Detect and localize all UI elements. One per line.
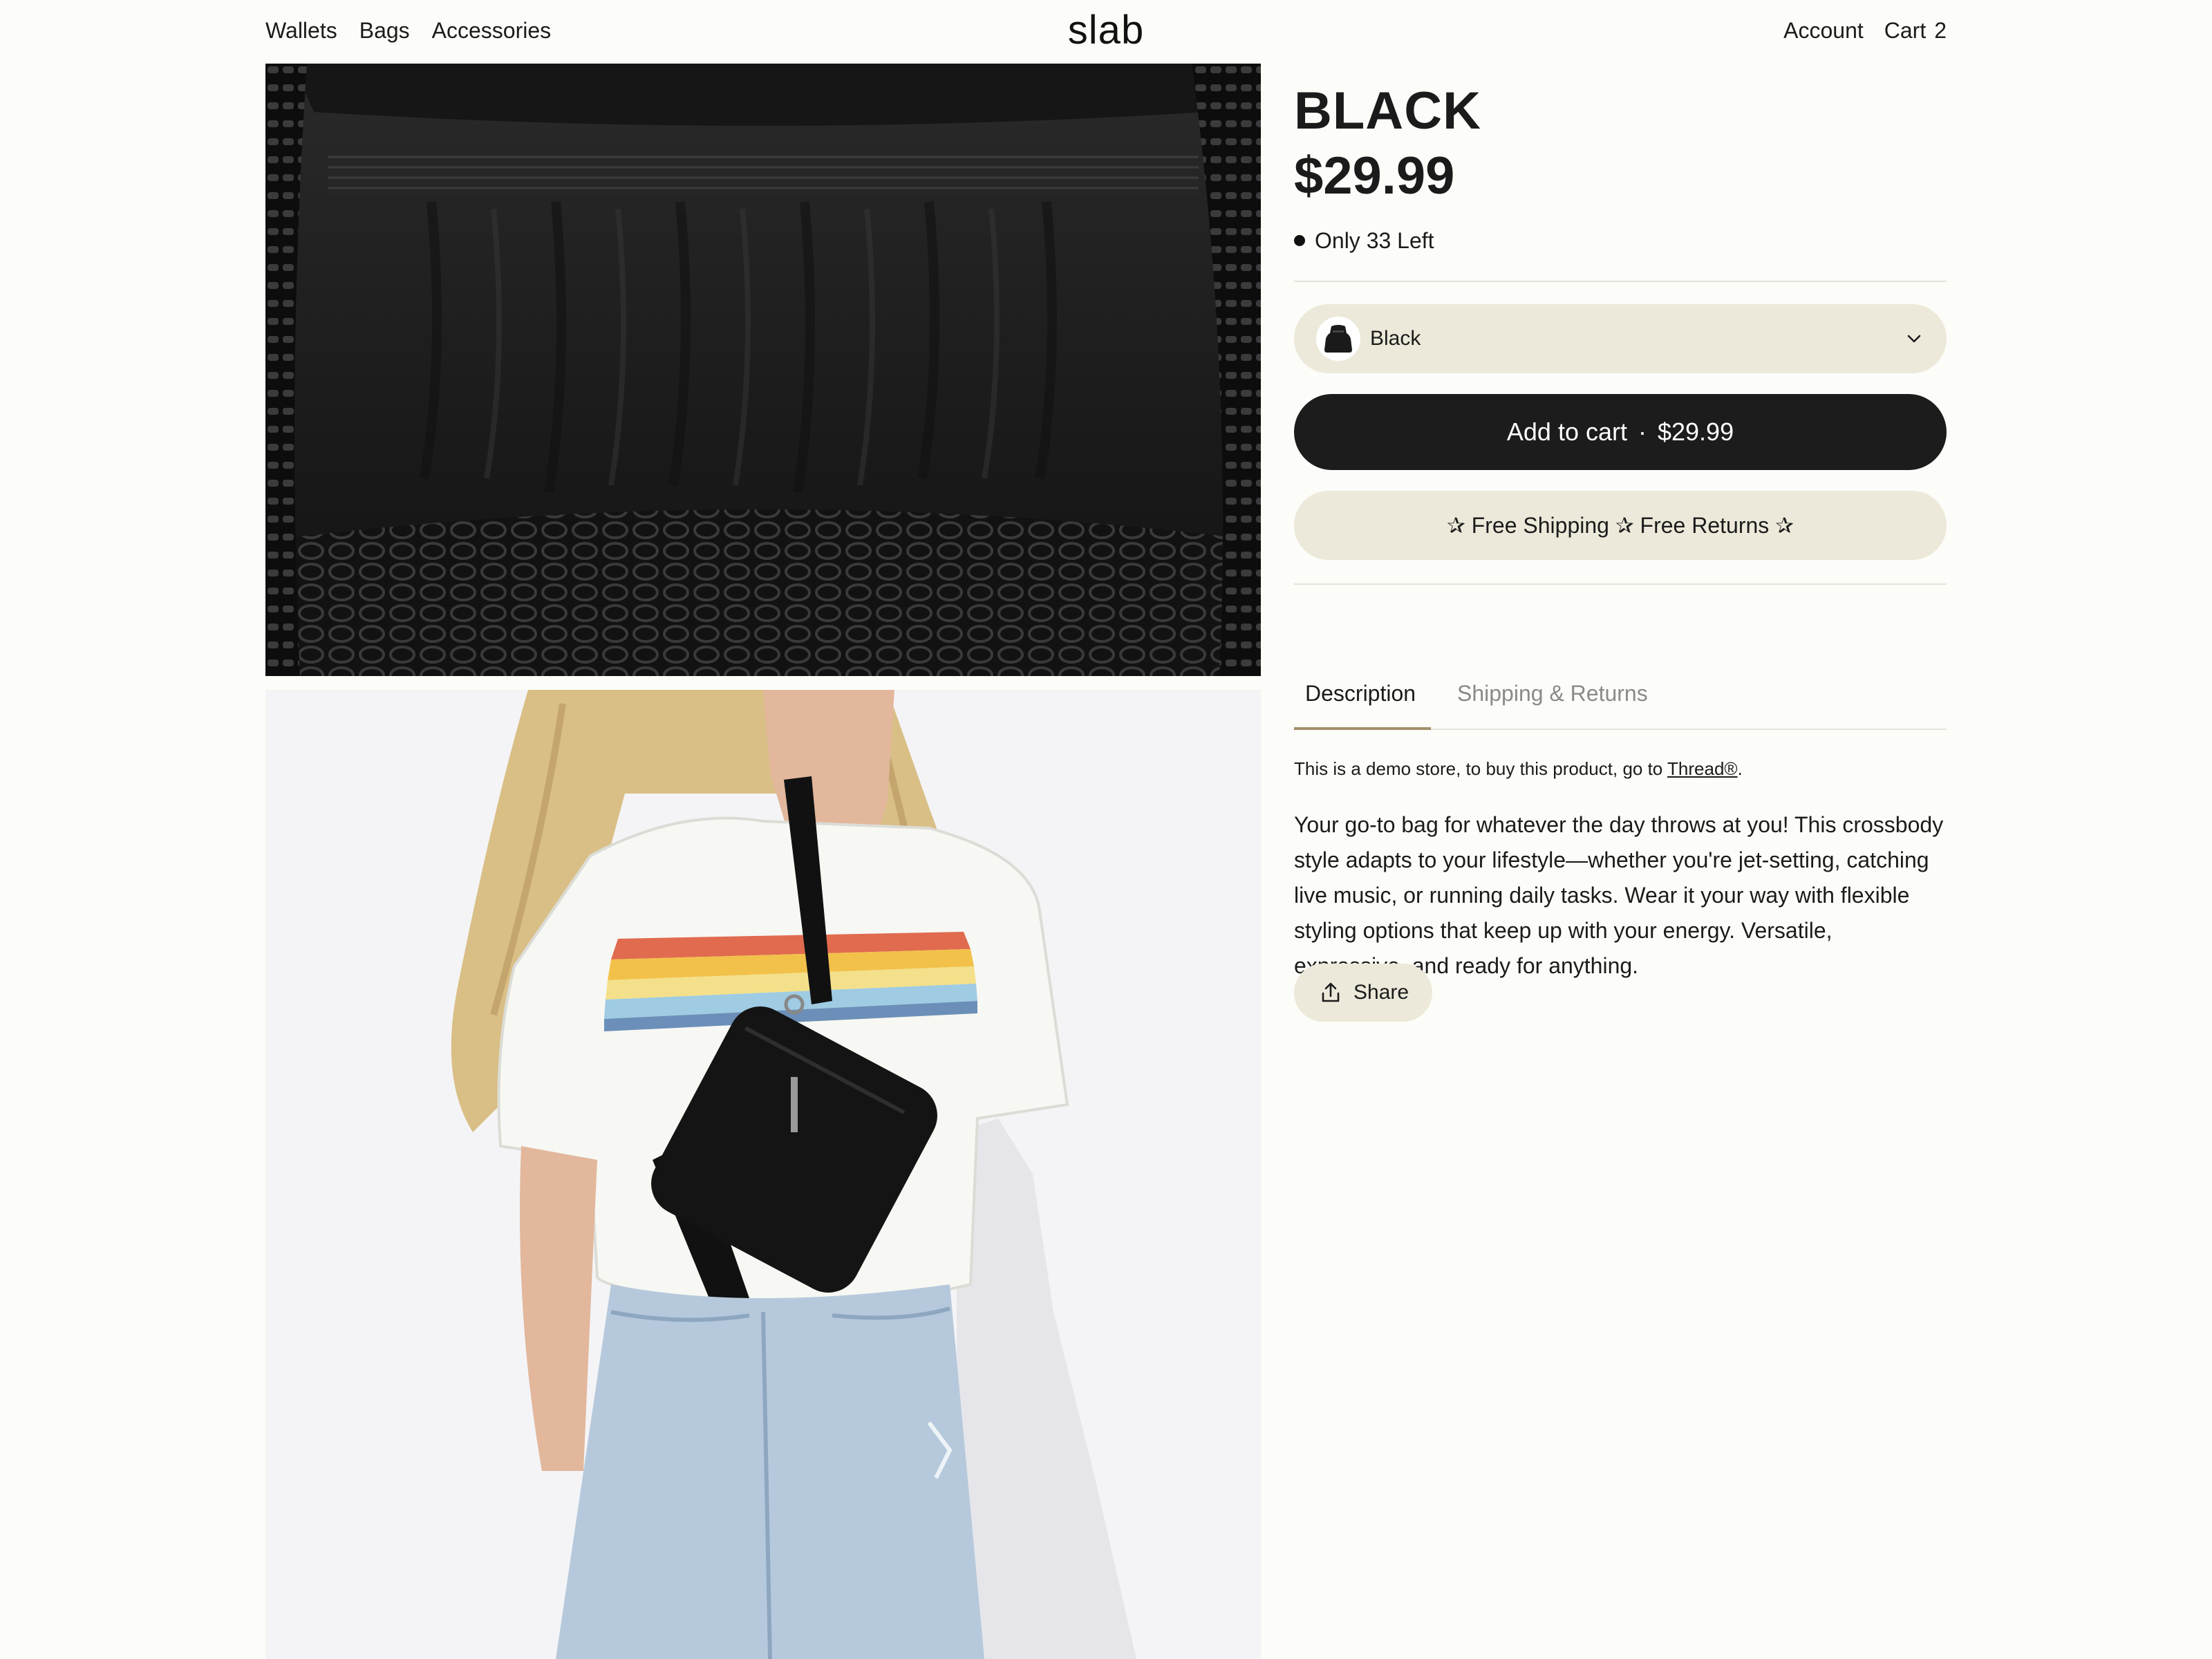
demo-note-suffix: . bbox=[1737, 758, 1743, 779]
tab-shipping-returns[interactable]: Shipping & Returns bbox=[1457, 676, 1648, 711]
variant-select[interactable]: Black bbox=[1294, 304, 1947, 373]
product-title: BLACK bbox=[1294, 82, 1481, 140]
share-button[interactable]: Share bbox=[1294, 964, 1433, 1022]
add-to-cart-price: $29.99 bbox=[1657, 418, 1734, 446]
product-price: $29.99 bbox=[1294, 147, 1455, 205]
cart-link[interactable]: Cart 2 bbox=[1884, 15, 1947, 46]
site-header: Wallets Bags Accessories slab Account Ca… bbox=[0, 0, 2212, 64]
active-tab-indicator bbox=[1294, 727, 1431, 730]
account-link[interactable]: Account bbox=[1783, 15, 1864, 46]
divider bbox=[1294, 583, 1947, 585]
demo-note-text: This is a demo store, to buy this produc… bbox=[1294, 758, 1668, 779]
nav-link-bags[interactable]: Bags bbox=[359, 15, 410, 46]
cart-label: Cart bbox=[1884, 18, 1927, 43]
demo-store-note: This is a demo store, to buy this produc… bbox=[1294, 755, 1743, 782]
shipping-promo-banner: ✰ Free Shipping ✰ Free Returns ✰ bbox=[1294, 491, 1947, 560]
add-to-cart-label: Add to cart bbox=[1506, 418, 1627, 446]
product-image-model[interactable] bbox=[265, 690, 1261, 1659]
divider bbox=[1294, 281, 1947, 282]
stock-text: Only 33 Left bbox=[1315, 228, 1434, 253]
nav-link-accessories[interactable]: Accessories bbox=[432, 15, 552, 46]
variant-label: Black bbox=[1370, 327, 1421, 350]
cart-count: 2 bbox=[1934, 18, 1947, 43]
stock-indicator: Only 33 Left bbox=[1294, 225, 1434, 256]
add-to-cart-separator: · bbox=[1638, 418, 1647, 446]
add-to-cart-button[interactable]: Add to cart · $29.99 bbox=[1294, 394, 1947, 470]
chevron-down-icon bbox=[1907, 335, 1921, 343]
thread-link[interactable]: Thread® bbox=[1667, 758, 1738, 779]
tab-description[interactable]: Description bbox=[1305, 676, 1416, 711]
nav-link-wallets[interactable]: Wallets bbox=[265, 15, 337, 46]
share-label: Share bbox=[1353, 981, 1409, 1004]
header-actions: Account Cart 2 bbox=[1783, 15, 1947, 46]
stock-dot-icon bbox=[1294, 235, 1305, 246]
model-wearing-bag-illustration bbox=[265, 690, 1261, 1659]
product-image-interior[interactable] bbox=[265, 64, 1261, 676]
product-description: Your go-to bag for whatever the day thro… bbox=[1294, 812, 1944, 978]
bag-thumbnail-icon bbox=[1316, 317, 1360, 361]
bag-interior-illustration bbox=[265, 64, 1261, 676]
share-icon bbox=[1322, 982, 1340, 1002]
main-nav: Wallets Bags Accessories bbox=[265, 15, 551, 46]
product-tabs: Description Shipping & Returns bbox=[1294, 657, 1947, 730]
store-logo[interactable]: slab bbox=[1058, 6, 1154, 55]
